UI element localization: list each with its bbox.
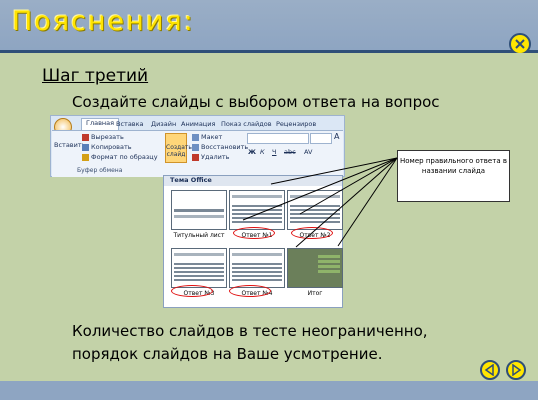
layout-icon <box>192 133 199 141</box>
copy-button[interactable]: Копировать <box>82 143 132 151</box>
highlight-oval <box>291 227 333 239</box>
step-description: Создайте слайды с выбором ответа на вопр… <box>72 93 440 111</box>
grow-font-button[interactable]: A <box>334 132 339 141</box>
close-button[interactable] <box>509 33 531 55</box>
reset-button[interactable]: Восстановить <box>192 143 248 151</box>
highlight-oval <box>229 285 271 297</box>
tab-animation[interactable]: Анимация <box>181 120 215 128</box>
tab-review[interactable]: Рецензиров <box>276 120 316 128</box>
font-size-field[interactable] <box>310 133 332 144</box>
paste-button[interactable]: Вставить <box>54 141 85 149</box>
bold-button[interactable]: Ж <box>248 148 256 156</box>
slide-title: Пояснения: <box>12 6 195 37</box>
thumb-label: Итог <box>307 290 323 297</box>
layout-button[interactable]: Макет <box>192 133 222 141</box>
close-icon <box>515 39 525 49</box>
highlight-oval <box>171 285 213 297</box>
arrow-left-icon <box>484 364 494 376</box>
cut-button[interactable]: Вырезать <box>82 133 124 141</box>
step-heading: Шаг третий <box>42 66 149 86</box>
arrow-right-icon <box>512 364 522 376</box>
thumb-answer-4[interactable] <box>229 248 285 288</box>
tab-insert[interactable]: Вставка <box>116 120 144 128</box>
new-slide-button[interactable]: Создать слайд <box>165 133 192 163</box>
tab-design[interactable]: Дизайн <box>151 120 176 128</box>
format-painter-button[interactable]: Формат по образцу <box>82 153 158 161</box>
copy-icon <box>82 143 89 151</box>
next-slide-button[interactable] <box>506 360 526 380</box>
ribbon-panel: Вставить Вырезать Копировать Формат по о… <box>52 130 343 177</box>
thumb-answer-1[interactable] <box>229 190 285 230</box>
delete-icon <box>192 153 199 161</box>
callout-box: Номер правильного ответа в названии слай… <box>397 150 510 202</box>
header-bar: Пояснения: <box>0 0 538 53</box>
scissors-icon <box>82 133 89 141</box>
prev-slide-button[interactable] <box>480 360 500 380</box>
char-spacing-button[interactable]: AV <box>304 148 312 156</box>
tab-home[interactable]: Главная <box>81 118 120 130</box>
highlight-oval <box>233 227 275 239</box>
font-name-field[interactable] <box>247 133 309 144</box>
tab-slideshow[interactable]: Показ слайдов <box>221 120 272 128</box>
delete-button[interactable]: Удалить <box>192 153 229 161</box>
brush-icon <box>82 153 89 161</box>
strike-button[interactable]: abc <box>284 148 296 156</box>
italic-button[interactable]: К <box>260 148 265 156</box>
clipboard-group-label: Буфер обмена <box>77 167 123 174</box>
ribbon-screenshot: Главная Вставка Дизайн Анимация Показ сл… <box>50 115 345 177</box>
thumb-answer-2[interactable] <box>287 190 343 230</box>
underline-button[interactable]: Ч <box>272 148 276 156</box>
thumb-answer-3[interactable] <box>171 248 227 288</box>
footer-note: Количество слайдов в тесте неограниченно… <box>72 322 428 363</box>
thumb-title-slide[interactable] <box>171 190 227 230</box>
reset-icon <box>192 143 199 151</box>
footer-bar <box>0 381 538 400</box>
thumb-label: Титульный лист <box>173 232 225 239</box>
thumb-summary[interactable] <box>287 248 343 288</box>
gallery-header: Тема Office <box>164 176 342 186</box>
